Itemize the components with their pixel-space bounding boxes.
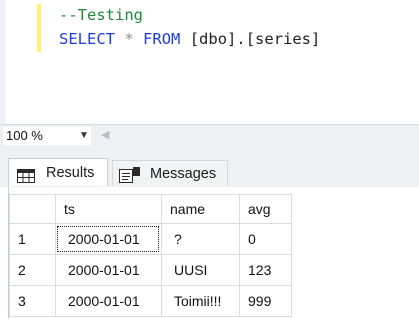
keyword-from: FROM [143, 30, 181, 48]
table-row: 3 2000-01-01 Toimii!!! 999 [9, 285, 292, 317]
grid-cell-avg[interactable]: 123 [239, 254, 292, 286]
row-number[interactable]: 2 [9, 254, 56, 286]
zoom-bar: 100 % ▼ ◀ [0, 124, 419, 147]
tab-results-label: Results [46, 165, 95, 181]
row-header-corner[interactable] [9, 194, 56, 224]
grid-cell-name[interactable]: UUSI [161, 254, 240, 286]
tab-messages-label: Messages [150, 166, 217, 182]
code-line-comment[interactable]: --Testing [59, 5, 143, 25]
zoom-dropdown[interactable]: 100 % ▼ [3, 127, 91, 145]
column-header-ts[interactable]: ts [55, 194, 162, 224]
grid-cell-ts[interactable]: 2000-01-01 [55, 254, 162, 286]
grid-cell-name[interactable]: Toimii!!! [161, 285, 240, 317]
grid-cell-ts[interactable]: 2000-01-01 [55, 223, 162, 255]
table-identifier: [dbo].[series] [189, 30, 321, 48]
results-tab-strip: Results Messages [0, 147, 419, 187]
tab-results[interactable]: Results [8, 158, 108, 186]
table-row: 2 2000-01-01 UUSI 123 [9, 254, 292, 286]
grid-cell-avg[interactable]: 999 [239, 285, 292, 317]
editor-margin [0, 0, 5, 124]
grid-cell-avg[interactable]: 0 [239, 223, 292, 255]
cell-text: 2000-01-01 [68, 231, 140, 247]
keyword-select: SELECT [59, 30, 115, 48]
table-row: 1 2000-01-01 ? 0 [9, 223, 292, 255]
chevron-down-icon[interactable]: ▼ [79, 127, 89, 145]
change-indicator-bar [37, 4, 41, 52]
results-pane: ts name avg 1 2000-01-01 ? 0 2 2000-01-0… [0, 187, 419, 319]
grid-header-row: ts name avg [9, 194, 292, 224]
zoom-value: 100 % [6, 128, 43, 143]
tab-messages[interactable]: Messages [112, 160, 228, 186]
column-header-name[interactable]: name [161, 194, 240, 224]
column-header-avg[interactable]: avg [239, 194, 292, 224]
grid-cell-name[interactable]: ? [161, 223, 240, 255]
row-number[interactable]: 3 [9, 285, 56, 317]
results-grid[interactable]: ts name avg 1 2000-01-01 ? 0 2 2000-01-0… [9, 194, 292, 317]
operator-star: * [124, 30, 134, 48]
scroll-left-arrow-icon[interactable]: ◀ [101, 128, 109, 141]
row-number[interactable]: 1 [9, 223, 56, 255]
grid-cell-ts[interactable]: 2000-01-01 [55, 285, 162, 317]
code-line-select[interactable]: SELECT * FROM [dbo].[series] [59, 29, 320, 49]
query-editor[interactable]: --Testing SELECT * FROM [dbo].[series] [0, 0, 419, 124]
